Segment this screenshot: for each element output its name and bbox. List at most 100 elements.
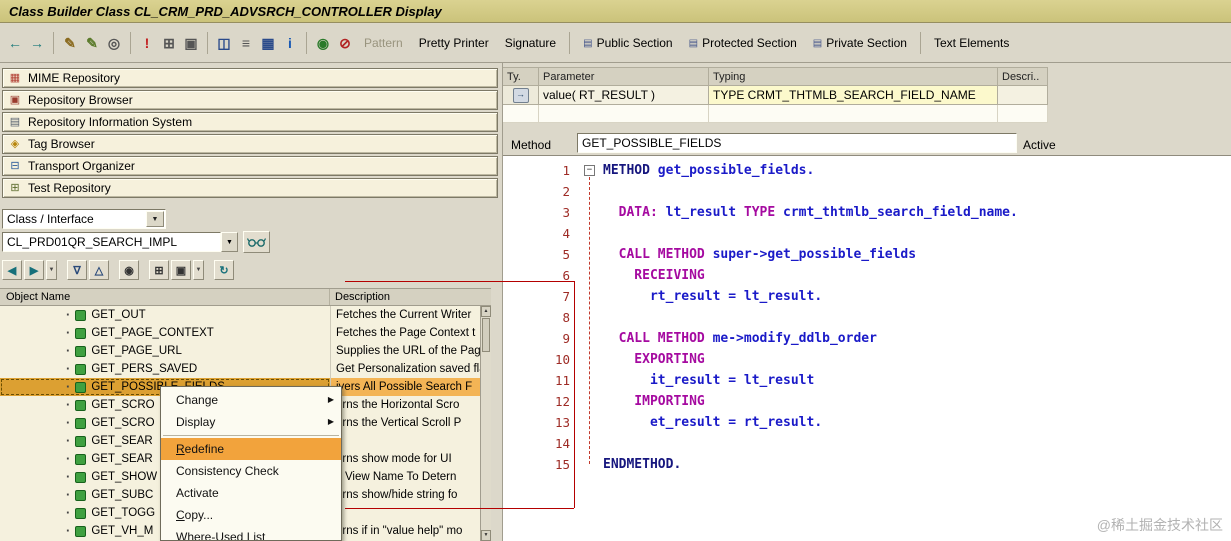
method-name-cell: · GET_OUT (0, 306, 330, 324)
menu-item-change[interactable]: Change ▶ (161, 389, 341, 411)
menu-item-copy[interactable]: Copy... (161, 504, 341, 526)
method-name: GET_SCRO (91, 417, 155, 429)
context-menu: Change ▶ Display ▶ Redefine Consistency Check… (160, 386, 342, 541)
reject-icon[interactable]: ⊘ (334, 31, 356, 55)
line-number: 4 (562, 226, 570, 241)
test-repository-icon: ⊞ (10, 182, 20, 194)
toolbar-button-private-section[interactable]: ▤ Private Section (805, 33, 915, 53)
filter-icon[interactable]: ∇ (67, 260, 87, 280)
method-name: GET_PERS_SAVED (91, 363, 198, 375)
code-token: et_result = rt_result. (603, 415, 823, 430)
sidebar-button-mime-repository[interactable]: ▦ MIME Repository (2, 68, 498, 88)
line-number: 15 (554, 457, 570, 472)
layout-menu-icon[interactable]: ▼ (193, 260, 204, 280)
toolbar-button-label: Text Elements (933, 36, 1010, 50)
sidebar-button-test-repository[interactable]: ⊞ Test Repository (2, 178, 498, 198)
object-list-icon[interactable]: ≡ (235, 31, 257, 55)
toolbar-button-protected-section[interactable]: ▤ Protected Section (681, 33, 805, 53)
toolbar-button-public-section[interactable]: ▤ Public Section (575, 33, 681, 53)
toolbar-button-signature[interactable]: Signature (497, 33, 564, 53)
column-header-object-name[interactable]: Object Name (0, 289, 330, 305)
method-name: GET_OUT (91, 309, 146, 321)
menu-item-display[interactable]: Display ▶ (161, 411, 341, 433)
history-forward-icon[interactable]: ▶ (24, 260, 44, 280)
toolbar-button-pattern[interactable]: Pattern (356, 33, 411, 53)
code-line: METHOD get_possible_fields. (603, 160, 1231, 181)
method-description: urns show mode for UI (330, 450, 480, 468)
line-number: 3 (562, 205, 570, 220)
column-header-description[interactable]: Descri.. (998, 67, 1048, 86)
toolbar-button-label: Pattern (364, 36, 403, 50)
display-change-icon[interactable]: ✎ (59, 31, 81, 55)
refresh-object-icon[interactable]: ◎ (103, 31, 125, 55)
sidebar-button-label: Test Repository (28, 181, 111, 195)
drag-indicator-line (345, 508, 574, 509)
tree-scrollbar[interactable]: ▲ ▼ (480, 306, 491, 541)
method-name-cell: · GET_PERS_SAVED (0, 360, 330, 378)
method-status: Active (1023, 138, 1056, 152)
sort-icon[interactable]: △ (89, 260, 109, 280)
full-view-icon[interactable]: ⊞ (149, 260, 169, 280)
toolbar-button-text-elements[interactable]: Text Elements (926, 33, 1017, 53)
display-object-button[interactable] (243, 231, 270, 253)
object-name-input[interactable]: CL_PRD01QR_SEARCH_IMPL (2, 232, 221, 252)
where-used-icon[interactable]: ◫ (213, 31, 235, 55)
execute-icon[interactable]: ▣ (180, 31, 202, 55)
method-description: urns if in "value help" mo (330, 522, 480, 540)
code-editor[interactable]: 1 2 3 4 5 6 7 8 9 10 11 12 13 14 15 − METHOD get_possi… (503, 155, 1231, 541)
column-header-ty[interactable]: Ty. (503, 67, 539, 86)
forward-icon[interactable]: → (26, 31, 48, 55)
method-name-field[interactable]: GET_POSSIBLE_FIELDS (577, 133, 1017, 153)
layout-icon[interactable]: ▣ (171, 260, 191, 280)
bullet-icon: · (66, 307, 71, 322)
tree-row[interactable]: · GET_PAGE_CONTEXT Fetches the Page Contex… (0, 324, 480, 342)
find-icon[interactable]: ◉ (119, 260, 139, 280)
sidebar-button-repository-browser[interactable]: ▣ Repository Browser (2, 90, 498, 110)
method-icon (75, 327, 87, 339)
code-token: CALL METHOD (603, 331, 705, 346)
column-header-typing[interactable]: Typing (709, 67, 998, 86)
sidebar-button-tag-browser[interactable]: ◈ Tag Browser (2, 134, 498, 154)
activate-icon[interactable]: ⊞ (158, 31, 180, 55)
history-back-icon[interactable]: ◀ (2, 260, 22, 280)
code-token: super->get_possible_fields (704, 247, 917, 262)
tree-row[interactable]: · GET_PAGE_URL Supplies the URL of the Pag (0, 342, 480, 360)
toolbar-button-pretty-printer[interactable]: Pretty Printer (411, 33, 497, 53)
code-line: DATA: lt_result TYPE crmt_thtmlb_search_… (603, 202, 1231, 223)
insert-pattern-icon[interactable]: ◉ (312, 31, 334, 55)
object-name-dropdown-icon[interactable]: ▼ (221, 232, 238, 252)
line-number: 10 (554, 352, 570, 367)
information-icon[interactable]: i (279, 31, 301, 55)
parameter-row[interactable]: → value( RT_RESULT ) TYPE CRMT_THTMLB_SEAR… (503, 86, 1048, 105)
sidebar-button-repository-information-system[interactable]: ▤ Repository Information System (2, 112, 498, 132)
syntax-check-icon[interactable]: ! (136, 31, 158, 55)
workbench-settings-icon[interactable]: ▦ (257, 31, 279, 55)
tree-row[interactable]: · GET_PERS_SAVED Get Personalization saved… (0, 360, 480, 378)
history-list-icon[interactable]: ▼ (46, 260, 57, 280)
object-type-value: Class / Interface (7, 212, 94, 226)
sidebar-button-transport-organizer[interactable]: ⊟ Transport Organizer (2, 156, 498, 176)
method-icon (75, 471, 87, 483)
edit-lock-icon[interactable]: ✎ (81, 31, 103, 55)
back-icon[interactable]: ← (4, 31, 26, 55)
menu-item-activate[interactable]: Activate (161, 482, 341, 504)
repository-information-icon: ▤ (9, 116, 21, 128)
sidebar-button-label: MIME Repository (28, 71, 121, 85)
object-type-select[interactable]: Class / Interface ▼ (2, 209, 166, 229)
scroll-up-icon[interactable]: ▲ (481, 306, 491, 317)
chevron-down-icon[interactable]: ▼ (146, 211, 164, 227)
menu-item-redefine[interactable]: Redefine (161, 438, 341, 460)
block-structure-line (589, 177, 590, 464)
tree-row[interactable]: · GET_OUT Fetches the Current Writer (0, 306, 480, 324)
bullet-icon: · (66, 433, 71, 448)
column-header-parameter[interactable]: Parameter (539, 67, 709, 86)
column-header-description[interactable]: Description (330, 289, 491, 305)
sidebar-button-label: Transport Organizer (28, 159, 135, 173)
collapse-icon[interactable]: − (584, 165, 595, 176)
menu-item-label: Consistency Check (176, 464, 279, 478)
scroll-down-icon[interactable]: ▼ (481, 530, 491, 541)
scroll-thumb[interactable] (482, 318, 490, 352)
menu-item-where-used-list[interactable]: Where-Used List (161, 526, 341, 540)
menu-item-consistency-check[interactable]: Consistency Check (161, 460, 341, 482)
refresh-icon[interactable]: ↻ (214, 260, 234, 280)
